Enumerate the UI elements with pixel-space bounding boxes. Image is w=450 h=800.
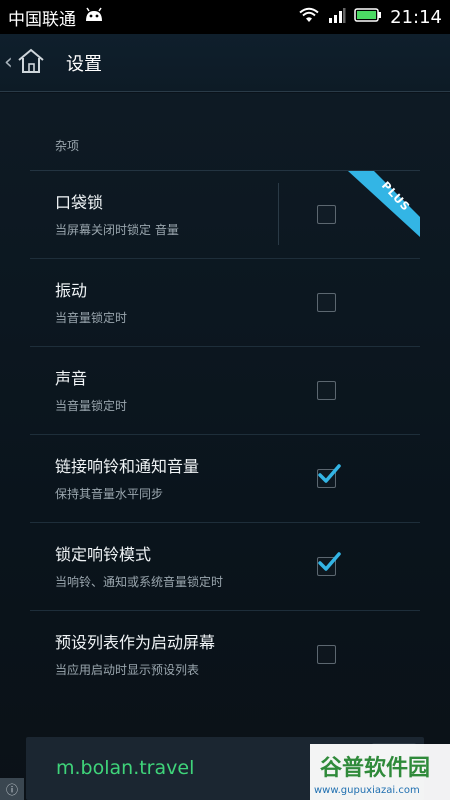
wifi-icon — [298, 7, 320, 27]
setting-subtitle: 当应用启动时显示预设列表 — [55, 663, 200, 677]
setting-row-pocket-lock[interactable]: 口袋锁 当屏幕关闭时锁定 音量 PLUS — [30, 171, 420, 259]
link-ringer-checkbox[interactable] — [317, 464, 341, 488]
setting-subtitle: 当音量锁定时 — [55, 311, 128, 325]
section-header: 杂项 — [55, 139, 80, 153]
status-clock: 21:14 — [390, 6, 442, 28]
vibrate-checkbox[interactable] — [317, 293, 336, 312]
setting-subtitle: 当屏幕关闭时锁定 音量 — [55, 223, 179, 237]
setting-row-vibrate[interactable]: 振动 当音量锁定时 — [30, 259, 420, 347]
setting-row-link-ringer[interactable]: 链接响铃和通知音量 保持其音量水平同步 — [30, 435, 420, 523]
status-icons: 21:14 — [298, 7, 442, 28]
plus-badge: PLUS — [348, 171, 420, 237]
setting-row-preset-launch[interactable]: 预设列表作为启动屏幕 当应用启动时显示预设列表 — [30, 611, 420, 699]
android-notification-icon — [84, 7, 104, 27]
page-title: 设置 — [66, 53, 102, 75]
setting-subtitle: 保持其音量水平同步 — [55, 487, 164, 501]
back-chevron-icon: ‹ — [4, 50, 13, 75]
status-bar: 中国联通 21:14 — [0, 0, 450, 34]
setting-title: 锁定响铃模式 — [55, 545, 152, 564]
signal-icon — [328, 7, 346, 27]
checkmark-icon — [318, 464, 341, 483]
setting-title: 链接响铃和通知音量 — [55, 457, 200, 476]
ad-text: m.bolan.travel — [56, 757, 195, 779]
ad-info-icon[interactable]: ⓘ — [0, 778, 24, 800]
lock-ringer-mode-checkbox[interactable] — [317, 552, 341, 576]
pocket-lock-checkbox[interactable] — [317, 205, 336, 224]
watermark-title: 谷普软件园 — [320, 756, 431, 781]
settings-content: 杂项 口袋锁 当屏幕关闭时锁定 音量 PLUS 振动 当音量锁定时 声音 当音量… — [0, 93, 450, 800]
setting-subtitle: 当音量锁定时 — [55, 399, 128, 413]
battery-icon — [354, 7, 382, 27]
setting-title: 口袋锁 — [55, 193, 104, 212]
sound-checkbox[interactable] — [317, 381, 336, 400]
setting-row-lock-ringer-mode[interactable]: 锁定响铃模式 当响铃、通知或系统音量锁定时 — [30, 523, 420, 611]
home-icon — [16, 47, 46, 79]
watermark-url: www.gupuxiazai.com — [314, 785, 420, 796]
setting-title: 声音 — [55, 369, 88, 388]
watermark-logo: 谷普软件园 www.gupuxiazai.com — [310, 744, 450, 800]
home-button[interactable]: ‹ — [0, 34, 60, 91]
setting-subtitle: 当响铃、通知或系统音量锁定时 — [55, 575, 224, 589]
checkmark-icon — [318, 552, 341, 571]
carrier-name: 中国联通 — [8, 9, 76, 30]
preset-launch-checkbox[interactable] — [317, 645, 336, 664]
row-divider — [278, 183, 279, 245]
app-bar: ‹ 设置 — [0, 34, 450, 92]
setting-title: 预设列表作为启动屏幕 — [55, 633, 216, 652]
setting-row-sound[interactable]: 声音 当音量锁定时 — [30, 347, 420, 435]
setting-title: 振动 — [55, 281, 88, 300]
